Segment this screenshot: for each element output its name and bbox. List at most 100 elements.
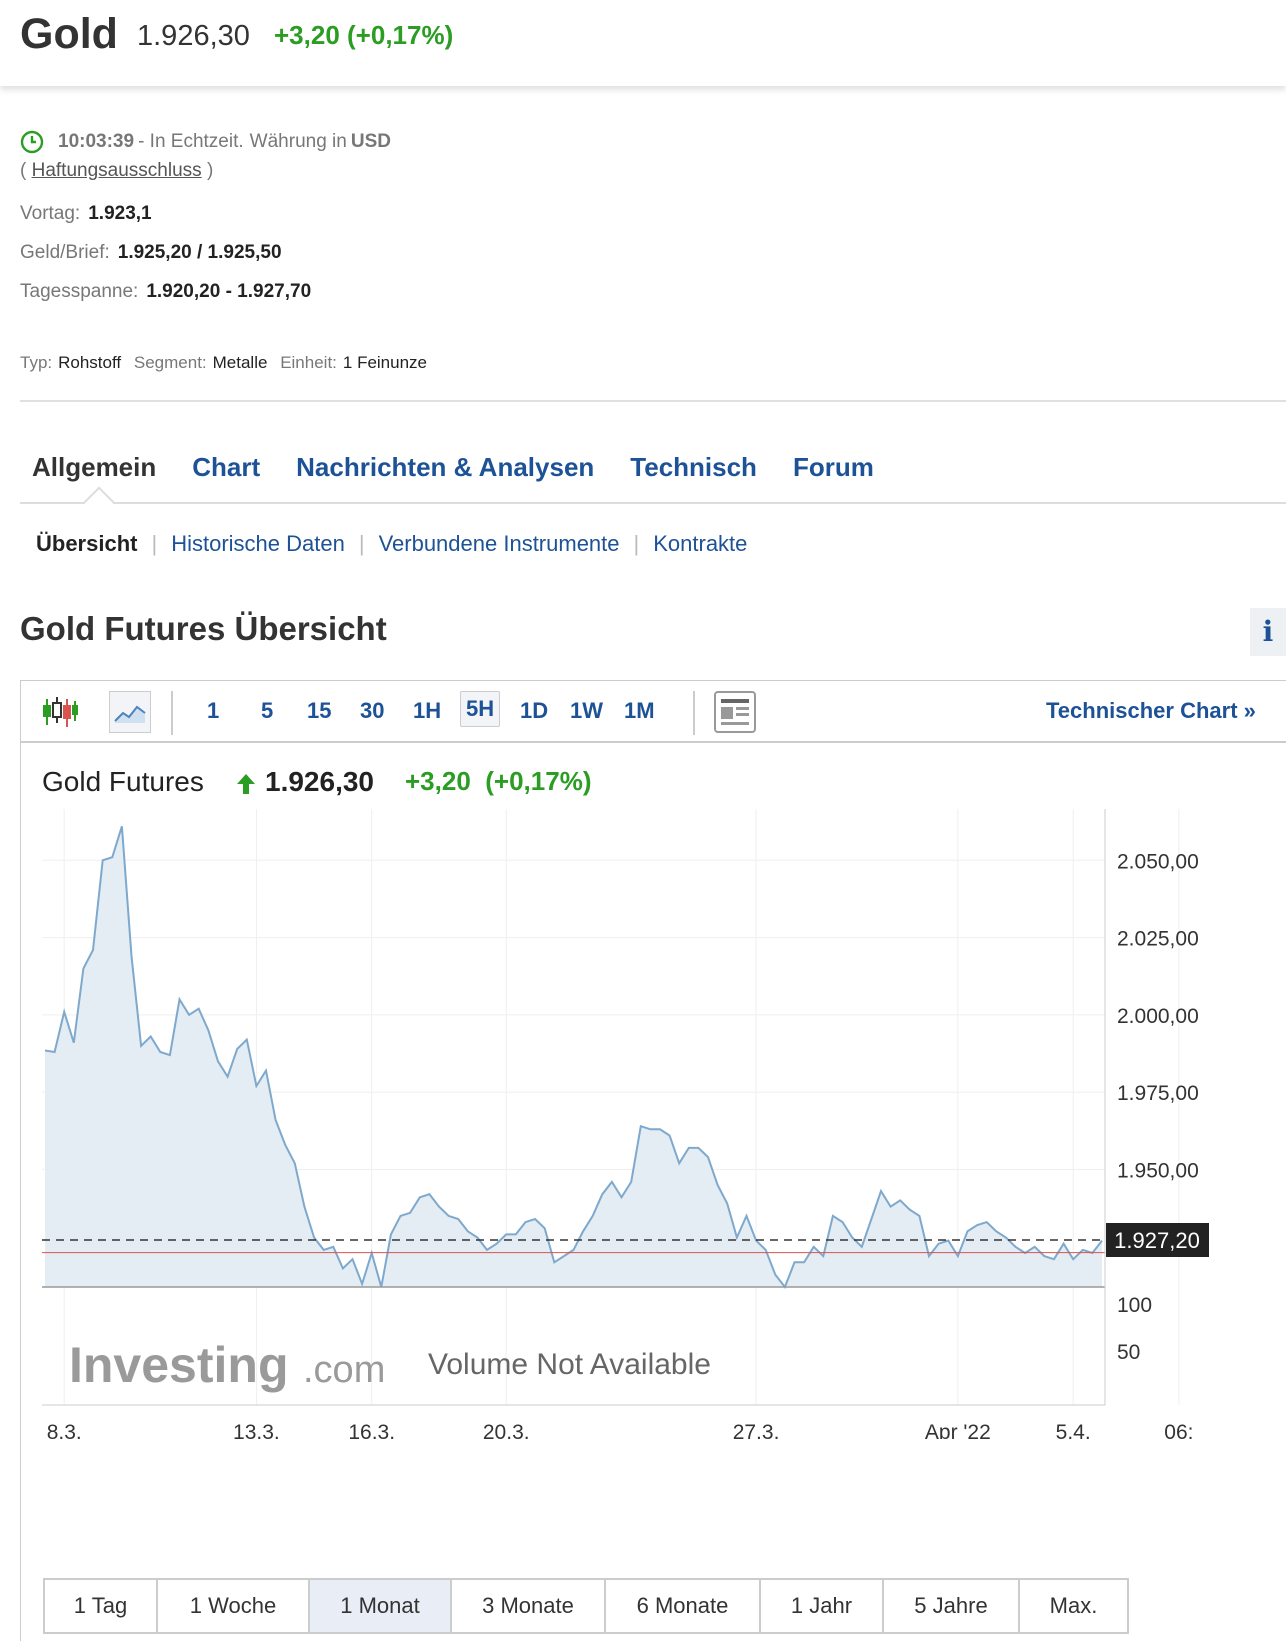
instrument-title: Gold — [20, 10, 118, 58]
day-range-label: Tagesspanne: — [20, 281, 139, 302]
type-value: Rohstoff — [58, 353, 122, 372]
timeframe-5h[interactable]: 5H — [460, 691, 501, 727]
x-tick-label: 5.4. — [1056, 1421, 1091, 1439]
paren-close: ) — [206, 160, 214, 181]
technical-chart-link[interactable]: Technischer Chart » — [1046, 698, 1256, 724]
chart-price: 1.926,30 — [265, 766, 374, 797]
range-1-monat[interactable]: 1 Monat — [310, 1580, 452, 1632]
toolbar-divider — [171, 691, 173, 735]
current-price-text: 1.927,20 — [1114, 1228, 1200, 1253]
y-tick-label: 2.000,00 — [1117, 1005, 1199, 1028]
section-title: Gold Futures Übersicht — [20, 610, 387, 647]
subtab-uebersicht[interactable]: Übersicht — [36, 531, 137, 557]
y-tick-label: 2.025,00 — [1117, 928, 1199, 951]
x-tick-label: 13.3. — [233, 1421, 280, 1439]
timeframe-1[interactable]: 1 — [207, 698, 219, 724]
divider — [20, 400, 1286, 402]
active-tab-caret — [83, 486, 115, 518]
time-row: 10:03:39 - In Echtzeit. Währung in USD — [20, 130, 391, 154]
x-tick-label: 16.3. — [348, 1421, 395, 1439]
range-5-jahre[interactable]: 5 Jahre — [884, 1580, 1020, 1632]
segment-value: Metalle — [212, 353, 268, 372]
last-update-time: 10:03:39 — [58, 131, 135, 152]
unit-value: 1 Feinunze — [342, 353, 428, 372]
type-label: Typ: — [20, 353, 53, 372]
subtab-verbundene-instrumente[interactable]: Verbundene Instrumente — [379, 531, 620, 557]
y-tick-label: 2.050,00 — [1117, 850, 1199, 873]
disclaimer-link[interactable]: Haftungsausschluss — [32, 160, 202, 181]
prev-close-row: Vortag: 1.923,1 — [20, 203, 152, 225]
range-max[interactable]: Max. — [1020, 1580, 1127, 1632]
subtab-kontrakte[interactable]: Kontrakte — [653, 531, 747, 557]
bid-ask-value: 1.925,20 / 1.925,50 — [117, 242, 282, 263]
tab-forum[interactable]: Forum — [793, 452, 874, 483]
subtab-historische-daten[interactable]: Historische Daten — [171, 531, 345, 557]
range-6-monate[interactable]: 6 Monate — [606, 1580, 761, 1632]
x-tick-label: 8.3. — [47, 1421, 82, 1439]
info-button[interactable]: i — [1250, 608, 1286, 656]
subtab-separator: | — [633, 531, 640, 556]
day-range-row: Tagesspanne: 1.920,20 - 1.927,70 — [20, 281, 311, 303]
timeframe-1w[interactable]: 1W — [570, 698, 603, 724]
x-tick-label: Apr '22 — [925, 1421, 991, 1439]
volume-not-available: Volume Not Available — [428, 1348, 711, 1381]
area-chart-icon[interactable] — [109, 691, 151, 733]
subtab-separator: | — [358, 531, 365, 556]
bid-ask-label: Geld/Brief: — [20, 242, 110, 263]
timeframe-15[interactable]: 15 — [307, 698, 331, 724]
range-1-woche[interactable]: 1 Woche — [158, 1580, 310, 1632]
segment-label: Segment: — [133, 353, 207, 372]
chart-instrument-name: Gold Futures — [42, 766, 204, 797]
header-change: +3,20 (+0,17%) — [274, 20, 454, 50]
prev-close-label: Vortag: — [20, 203, 81, 224]
tab-nachrichten-analysen[interactable]: Nachrichten & Analysen — [296, 452, 594, 483]
header-price: 1.926,30 — [137, 20, 250, 52]
tab-chart[interactable]: Chart — [192, 452, 260, 483]
subtab-separator: | — [151, 531, 158, 556]
tab-technisch[interactable]: Technisch — [630, 452, 757, 483]
timeframe-1d[interactable]: 1D — [520, 698, 548, 724]
timeframe-1h[interactable]: 1H — [413, 698, 441, 724]
y-tick-label: 1.975,00 — [1117, 1082, 1199, 1105]
range-selector: 1 Tag 1 Woche 1 Monat 3 Monate 6 Monate … — [43, 1578, 1129, 1634]
volume-tick: 50 — [1117, 1341, 1140, 1364]
range-3-monate[interactable]: 3 Monate — [452, 1580, 606, 1632]
timeframe-30[interactable]: 30 — [360, 698, 384, 724]
main-tabs: Allgemein Chart Nachrichten & Analysen T… — [20, 452, 910, 483]
range-1-jahr[interactable]: 1 Jahr — [761, 1580, 884, 1632]
currency-label: Währung in — [249, 131, 347, 152]
investing-logo: Investing .com — [69, 1337, 385, 1393]
current-price-label: 1.927,20 — [1106, 1223, 1209, 1257]
chart-change-pct: (+0,17%) — [485, 766, 592, 796]
chart-change-abs: +3,20 — [405, 766, 471, 796]
timeframe-1m[interactable]: 1M — [624, 698, 655, 724]
sticky-header: Gold 1.926,30 +3,20 (+0,17%) — [0, 0, 1286, 86]
tab-allgemein[interactable]: Allgemein — [32, 452, 156, 483]
chart-change: +3,20 (+0,17%) — [405, 766, 591, 797]
unit-label: Einheit: — [280, 353, 337, 372]
watermark-main: Investing — [69, 1337, 288, 1393]
currency-value: USD — [350, 131, 391, 152]
price-chart[interactable]: 2.050,00 2.025,00 2.000,00 1.975,00 1.950,00… — [21, 809, 1286, 1439]
sub-tabs: Übersicht | Historische Daten | Verbunde… — [36, 531, 747, 557]
timeframe-5[interactable]: 5 — [261, 698, 273, 724]
volume-tick: 100 — [1117, 1294, 1152, 1317]
instrument-meta: Typ: Rohstoff Segment: Metalle Einheit: 1 F… — [20, 353, 435, 373]
news-layout-icon[interactable] — [714, 691, 756, 733]
x-tick-label: 20.3. — [483, 1421, 530, 1439]
toolbar-divider — [693, 691, 695, 735]
prev-close-value: 1.923,1 — [88, 203, 152, 224]
x-axis: 8.3. 13.3. 16.3. 20.3. 27.3. Apr '22 5.4. 06: — [47, 1421, 1194, 1439]
watermark-suffix: .com — [303, 1349, 385, 1391]
chart-toolbar: 1 5 15 30 1H 5H 1D 1W 1M Technischer Cha… — [21, 681, 1286, 743]
price-area — [45, 826, 1102, 1287]
y-tick-label: 1.950,00 — [1117, 1160, 1199, 1183]
range-1-tag[interactable]: 1 Tag — [45, 1580, 158, 1632]
x-tick-label: 06: — [1164, 1421, 1193, 1439]
realtime-label: - In Echtzeit. — [138, 131, 244, 152]
candlestick-icon[interactable] — [39, 691, 81, 733]
disclaimer-row: ( Haftungsausschluss ) — [20, 160, 213, 182]
clock-icon — [20, 130, 44, 154]
paren-open: ( — [20, 160, 27, 181]
arrow-up-icon — [237, 774, 255, 794]
